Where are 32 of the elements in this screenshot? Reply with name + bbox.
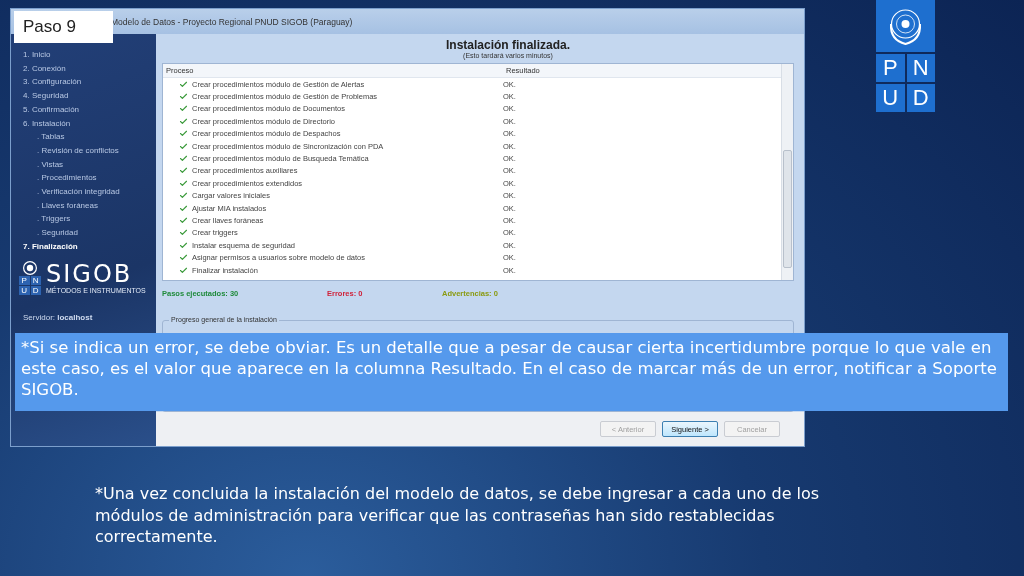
sidebar-item[interactable]: 2. Conexión: [23, 61, 156, 76]
sidebar-item[interactable]: 6. Instalación: [23, 116, 156, 131]
logo-letter: N: [906, 54, 935, 82]
logo-letter: D: [906, 84, 935, 112]
logo-letter: N: [30, 275, 41, 285]
sidebar-item[interactable]: 4. Seguridad: [23, 89, 156, 103]
emblem-icon: [22, 259, 38, 276]
logo-letter: P: [876, 54, 905, 82]
sidebar-item[interactable]: . Procedimientos: [23, 171, 156, 186]
sidebar-item[interactable]: . Tablas: [23, 130, 156, 144]
page-title: Instalación finalizada.: [446, 38, 570, 52]
sidebar-item[interactable]: 1. Inicio: [23, 48, 156, 62]
logo-letter: P: [19, 275, 30, 285]
sidebar-item[interactable]: . Vistas: [23, 157, 156, 172]
logo-letter: U: [876, 84, 905, 112]
callout-text: *Si se indica un error, se debe obviar. Es un detalle que a pesar de causar cierta incertidumbre porque lo que vale en este caso, es el valor que aparece en la columna Resultado. En el caso de marcar más de un error, notificar a Soporte SIGOB.: [15, 333, 1008, 411]
logo-letter: U: [19, 285, 30, 295]
sidebar-item[interactable]: . Triggers: [23, 212, 156, 227]
sidebar-item[interactable]: 5. Confirmación: [23, 102, 156, 117]
logo-letter: D: [30, 285, 41, 295]
server-label: Servidor: localhost: [23, 312, 94, 322]
step-label: Paso 9: [14, 11, 113, 43]
scrollbar[interactable]: [781, 64, 793, 280]
brand-name: SIGOB: [46, 260, 134, 287]
sidebar-item[interactable]: . Revisión de conflictos: [23, 143, 156, 158]
sidebar-item[interactable]: 7. Finalización: [23, 239, 156, 254]
un-emblem-icon: [876, 0, 935, 52]
sidebar-item[interactable]: . Seguridad: [23, 226, 156, 240]
sidebar-item[interactable]: . Verificación integridad: [23, 185, 156, 199]
note-text: *Una vez concluida la instalación del modelo de datos, se debe ingresar a cada uno de los módulos de administración para verificar que las contraseñas han sido restablecidas correctamente.: [95, 483, 821, 548]
sidebar-item[interactable]: 3. Configuración: [23, 75, 156, 90]
sidebar-item[interactable]: . Llaves foráneas: [23, 198, 156, 213]
